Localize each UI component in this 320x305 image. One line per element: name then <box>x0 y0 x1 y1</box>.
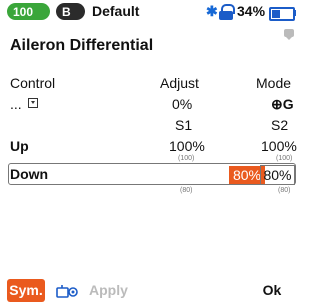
ok-button[interactable]: Ok <box>257 279 287 302</box>
battery-tip <box>293 10 296 16</box>
up-s2-raw: (100) <box>276 155 293 162</box>
status-bar: 100 B Default ✱ 34% <box>0 0 303 24</box>
control-header: Control <box>10 75 56 91</box>
up-s2-value[interactable]: 100% <box>261 138 297 154</box>
up-s1-raw: (100) <box>178 155 195 162</box>
up-label: Up <box>10 138 29 154</box>
mode-header: Mode <box>256 75 292 91</box>
bind-pill-text: B <box>62 4 71 19</box>
adjust-header: Adjust <box>160 75 199 91</box>
page-title: Aileron Differential <box>10 37 154 54</box>
battery-icon <box>269 7 295 21</box>
lock-icon-body <box>219 11 233 20</box>
model-name: Default <box>92 3 140 19</box>
signal-pill: 100 <box>7 3 50 20</box>
message-icon[interactable] <box>284 29 294 40</box>
mode-value[interactable]: ⊕G <box>271 96 294 113</box>
bluetooth-icon: ✱ <box>206 3 218 19</box>
dropdown-icon <box>27 98 38 108</box>
control-select[interactable]: ... <box>10 96 38 112</box>
bind-pill: B <box>56 3 85 20</box>
down-s1-raw: (80) <box>180 187 193 194</box>
sym-button[interactable]: Sym. <box>7 279 45 302</box>
s1-label: S1 <box>175 117 193 133</box>
down-s2-value[interactable]: 80% <box>260 165 295 185</box>
down-s2-raw: (80) <box>278 187 291 194</box>
s2-label: S2 <box>271 117 289 133</box>
apply-button[interactable]: Apply <box>89 279 128 302</box>
adjust-value[interactable]: 0% <box>172 96 192 112</box>
control-value: ... <box>10 96 22 112</box>
battery-percent: 34% <box>237 3 266 19</box>
down-label: Down <box>10 166 49 182</box>
signal-pill-text: 100 <box>13 4 34 19</box>
up-s1-value[interactable]: 100% <box>169 138 205 154</box>
servo-calibration-icon[interactable] <box>56 283 80 299</box>
